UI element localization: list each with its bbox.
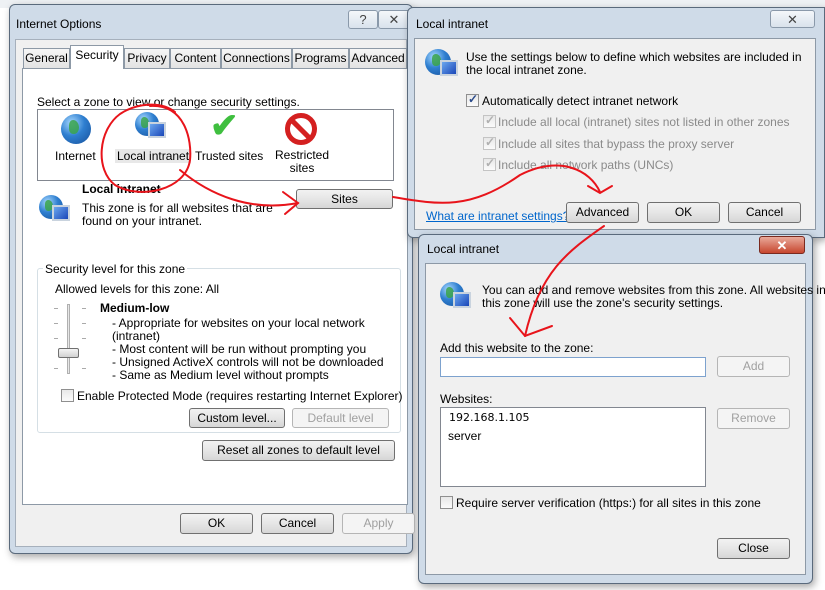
list-item[interactable]: server bbox=[448, 429, 481, 443]
level-bullet: (intranet) bbox=[112, 329, 161, 343]
advanced-button[interactable]: Advanced bbox=[566, 202, 639, 223]
window-title: Internet Options bbox=[16, 17, 102, 31]
close-button[interactable]: ✕ bbox=[759, 236, 805, 254]
close-dialog-button[interactable]: Close bbox=[717, 538, 790, 559]
close-icon: ✕ bbox=[776, 238, 788, 253]
custom-level-button[interactable]: Custom level... bbox=[189, 408, 285, 428]
zone-description-line2: found on your intranet. bbox=[82, 214, 203, 228]
close-button[interactable]: ✕ bbox=[770, 10, 815, 28]
add-website-input[interactable] bbox=[440, 357, 706, 377]
restricted-icon bbox=[285, 113, 317, 145]
include-local-sites-checkbox bbox=[483, 113, 496, 128]
tab-general[interactable]: General bbox=[23, 48, 70, 68]
level-bullet: - Same as Medium level without prompts bbox=[112, 368, 329, 382]
close-icon: ✕ bbox=[388, 12, 400, 27]
checkmark-icon: ✔ bbox=[210, 107, 239, 145]
security-group-label: Security level for this zone bbox=[43, 262, 188, 276]
cancel-button[interactable]: Cancel bbox=[728, 202, 801, 223]
remove-button: Remove bbox=[717, 408, 790, 429]
monitor-icon bbox=[148, 122, 166, 138]
intro-line2: the local intranet zone. bbox=[466, 63, 587, 77]
slider-thumb[interactable] bbox=[58, 348, 79, 358]
auto-detect-label: Automatically detect intranet network bbox=[482, 94, 679, 108]
monitor-icon bbox=[453, 292, 471, 308]
include-local-sites-label: Include all local (intranet) sites not l… bbox=[498, 115, 790, 129]
websites-label: Websites: bbox=[440, 392, 493, 406]
websites-list[interactable]: 192.168.1.105 server bbox=[440, 407, 706, 487]
include-unc-checkbox bbox=[483, 156, 496, 171]
intro-line1: You can add and remove websites from thi… bbox=[482, 283, 825, 297]
tab-programs[interactable]: Programs bbox=[292, 48, 349, 68]
level-bullet: - Most content will be run without promp… bbox=[112, 342, 367, 356]
auto-detect-checkbox[interactable] bbox=[466, 92, 479, 107]
sites-button[interactable]: Sites bbox=[296, 189, 393, 209]
zone-trusted-sites[interactable]: Trusted sites bbox=[195, 149, 263, 163]
tab-connections[interactable]: Connections bbox=[221, 48, 292, 68]
require-https-label: Require server verification (https:) for… bbox=[456, 496, 761, 510]
cancel-button[interactable]: Cancel bbox=[261, 513, 334, 534]
window-title: Local intranet bbox=[416, 17, 489, 31]
zone-prompt: Select a zone to view or change security… bbox=[37, 95, 300, 109]
apply-button: Apply bbox=[342, 513, 415, 534]
tab-advanced[interactable]: Advanced bbox=[349, 48, 407, 68]
close-button[interactable]: ✕ bbox=[378, 10, 410, 29]
level-bullet: - Appropriate for websites on your local… bbox=[112, 316, 365, 330]
help-icon: ? bbox=[359, 12, 367, 27]
close-icon: ✕ bbox=[787, 12, 798, 27]
tab-security[interactable]: Security bbox=[70, 45, 124, 69]
level-name: Medium-low bbox=[100, 301, 170, 315]
include-bypass-proxy-checkbox bbox=[483, 135, 496, 150]
intro-line2: this zone will use the zone's security s… bbox=[482, 296, 724, 310]
tab-privacy[interactable]: Privacy bbox=[124, 48, 170, 68]
help-button[interactable]: ? bbox=[348, 10, 378, 29]
ok-button[interactable]: OK bbox=[180, 513, 253, 534]
default-level-button: Default level bbox=[292, 408, 389, 428]
level-bullet: - Unsigned ActiveX controls will not be … bbox=[112, 355, 384, 369]
list-item[interactable]: 192.168.1.105 bbox=[449, 411, 529, 424]
tab-content[interactable]: Content bbox=[170, 48, 221, 68]
zone-local-intranet[interactable]: Local intranet bbox=[115, 149, 192, 163]
add-button: Add bbox=[717, 356, 790, 377]
ok-button[interactable]: OK bbox=[647, 202, 720, 223]
zone-restricted-sites[interactable]: Restricted sites bbox=[275, 149, 329, 175]
add-website-label: Add this website to the zone: bbox=[440, 341, 594, 355]
globe-icon bbox=[61, 114, 91, 144]
security-level-slider[interactable] bbox=[54, 304, 86, 374]
intro-line1: Use the settings below to define which w… bbox=[466, 50, 802, 64]
protected-mode-checkbox[interactable] bbox=[61, 389, 74, 402]
include-bypass-proxy-label: Include all sites that bypass the proxy … bbox=[498, 137, 735, 151]
allowed-levels: Allowed levels for this zone: All bbox=[55, 282, 220, 296]
zone-internet[interactable]: Internet bbox=[55, 149, 96, 163]
zone-description-line1: This zone is for all websites that are bbox=[82, 201, 273, 215]
zone-name: Local intranet bbox=[82, 182, 161, 196]
reset-all-zones-button[interactable]: Reset all zones to default level bbox=[202, 440, 395, 461]
monitor-icon bbox=[52, 205, 70, 221]
include-unc-label: Include all network paths (UNCs) bbox=[498, 158, 674, 172]
require-https-checkbox[interactable] bbox=[440, 496, 453, 509]
protected-mode-label: Enable Protected Mode (requires restarti… bbox=[77, 389, 403, 403]
monitor-icon bbox=[440, 60, 458, 76]
window-title: Local intranet bbox=[427, 242, 500, 256]
intranet-help-link[interactable]: What are intranet settings? bbox=[426, 209, 569, 223]
